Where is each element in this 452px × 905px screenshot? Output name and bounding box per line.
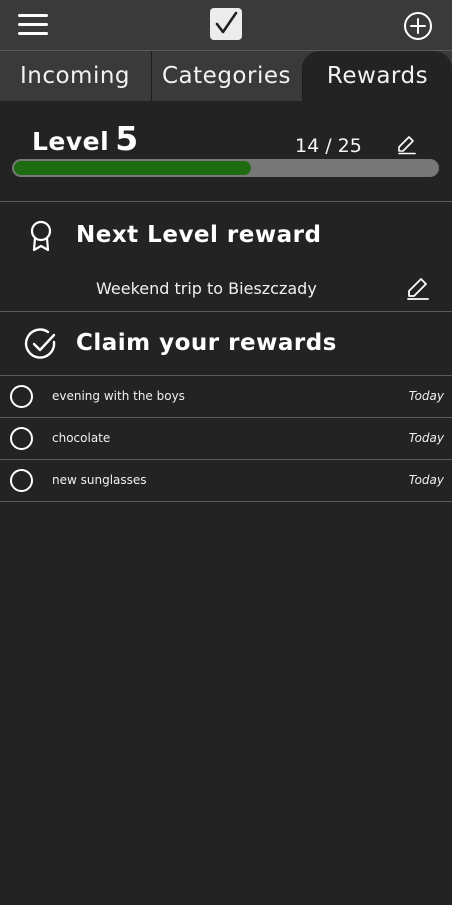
reward-item[interactable]: new sunglasses Today <box>0 460 452 502</box>
level-section: Level 5 14 / 25 <box>0 101 452 202</box>
tab-bar: Incoming Categories Rewards <box>0 50 452 101</box>
level-progress-bar <box>12 159 439 177</box>
reward-item-date: Today <box>408 431 444 445</box>
reward-radio-button[interactable] <box>10 427 33 450</box>
reward-item-label: new sunglasses <box>52 473 147 487</box>
next-level-reward-name: Weekend trip to Bieszczady <box>96 279 317 298</box>
reward-item[interactable]: evening with the boys Today <box>0 376 452 418</box>
reward-radio-button[interactable] <box>10 385 33 408</box>
top-bar <box>0 0 452 50</box>
reward-item-date: Today <box>408 473 444 487</box>
award-ribbon-icon <box>30 220 52 252</box>
hamburger-menu-icon[interactable] <box>18 13 48 37</box>
level-label: Level <box>32 127 110 156</box>
checkbox-logo-icon <box>210 8 242 40</box>
edit-level-pencil-icon[interactable] <box>395 134 417 156</box>
tab-incoming[interactable]: Incoming <box>0 51 150 101</box>
claim-rewards-title: Claim your rewards <box>76 330 337 356</box>
level-heading: Level 5 <box>32 119 139 158</box>
reward-list: evening with the boys Today chocolate To… <box>0 376 452 502</box>
next-level-reward-section: Next Level reward Weekend trip to Bieszc… <box>0 202 452 312</box>
reward-item[interactable]: chocolate Today <box>0 418 452 460</box>
check-circle-icon <box>24 328 56 359</box>
level-progress-fill <box>14 161 251 175</box>
reward-item-label: evening with the boys <box>52 389 185 403</box>
level-number: 5 <box>115 119 139 158</box>
reward-item-date: Today <box>408 389 444 403</box>
edit-reward-pencil-icon[interactable] <box>404 276 430 302</box>
level-progress-text: 14 / 25 <box>295 135 362 157</box>
tab-categories[interactable]: Categories <box>151 51 301 101</box>
claim-rewards-header: Claim your rewards <box>0 312 452 376</box>
reward-radio-button[interactable] <box>10 469 33 492</box>
plus-circle-icon[interactable] <box>403 11 433 41</box>
reward-item-label: chocolate <box>52 431 111 445</box>
tab-rewards[interactable]: Rewards <box>302 51 452 101</box>
next-level-reward-title: Next Level reward <box>76 222 322 248</box>
